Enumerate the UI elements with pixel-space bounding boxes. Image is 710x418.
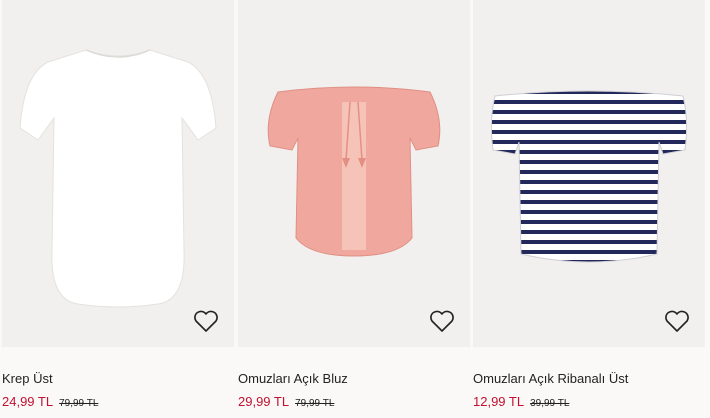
navy-striped-off-shoulder-top-image (490, 90, 688, 263)
favorite-heart-icon[interactable] (428, 307, 456, 335)
product-title[interactable]: Omuzları Açık Bluz (238, 371, 348, 386)
favorite-heart-icon[interactable] (663, 307, 691, 335)
product-title[interactable]: Omuzları Açık Ribanalı Üst (473, 371, 628, 386)
price-row: 12,99 TL 39,99 TL (473, 393, 569, 411)
product-image[interactable] (473, 0, 705, 347)
old-price: 79,99 TL (295, 398, 335, 409)
old-price: 79,99 TL (59, 398, 99, 409)
price-row: 29,99 TL 79,99 TL (238, 393, 334, 411)
product-card[interactable]: Krep Üst 24,99 TL 79,99 TL (2, 0, 234, 418)
pink-off-shoulder-blouse-image (267, 86, 441, 257)
product-card[interactable]: Omuzları Açık Bluz 29,99 TL 79,99 TL (238, 0, 470, 418)
sale-price: 29,99 TL (238, 394, 290, 409)
product-image[interactable] (2, 0, 234, 347)
old-price: 39,99 TL (530, 398, 570, 409)
product-image[interactable] (238, 0, 470, 347)
product-grid: Krep Üst 24,99 TL 79,99 TL Omuzları Açık … (0, 0, 710, 418)
price-row: 24,99 TL 79,99 TL (2, 393, 98, 411)
product-title[interactable]: Krep Üst (2, 371, 53, 386)
sale-price: 12,99 TL (473, 394, 525, 409)
white-tshirt-image (19, 49, 217, 308)
product-card[interactable]: Omuzları Açık Ribanalı Üst 12,99 TL 39,99… (473, 0, 705, 418)
favorite-heart-icon[interactable] (192, 307, 220, 335)
sale-price: 24,99 TL (2, 394, 54, 409)
